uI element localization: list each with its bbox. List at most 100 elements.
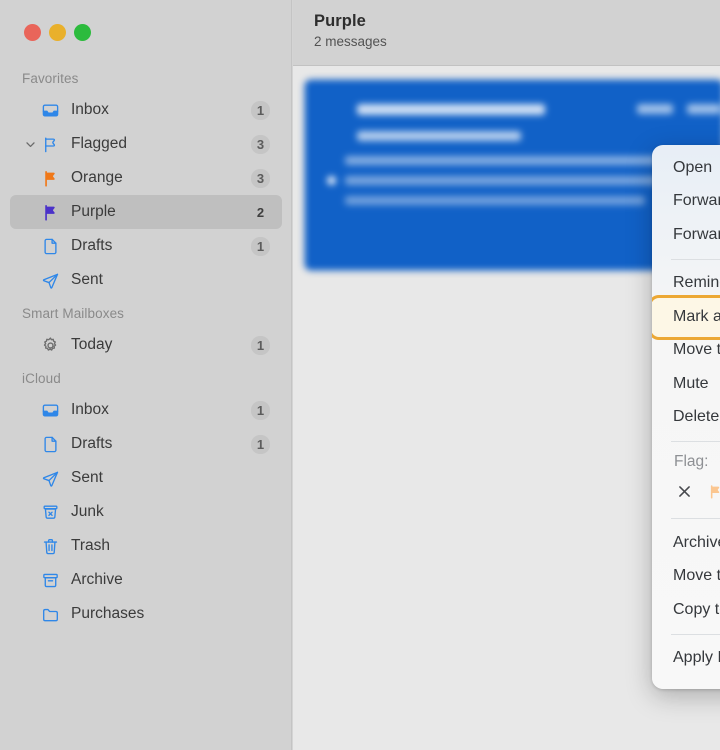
sidebar-item-archive[interactable]: Archive: [10, 563, 282, 597]
sidebar-item-label: Inbox: [71, 401, 109, 418]
sidebar-item-drafts[interactable]: Drafts 1: [10, 229, 282, 263]
message-preview-line: [345, 176, 675, 185]
unread-count-badge: 3: [251, 168, 270, 188]
sidebar-item-label: Sent: [71, 469, 103, 486]
unread-count-badge: 2: [256, 204, 265, 220]
sidebar-item-purple[interactable]: Purple 2: [10, 195, 282, 229]
menu-separator: [671, 441, 720, 442]
gear-icon: [40, 335, 60, 355]
unread-count-badge: 1: [251, 434, 270, 454]
paper-plane-icon: [40, 468, 60, 488]
window-traffic-lights: [24, 24, 91, 41]
message-meta-text: [637, 104, 673, 114]
sidebar-item-junk[interactable]: Junk: [10, 495, 282, 529]
menu-item-mute[interactable]: Mute: [652, 367, 720, 401]
sidebar-item-today[interactable]: Today 1: [10, 328, 282, 362]
sidebar-item-label: Junk: [71, 503, 104, 520]
context-menu[interactable]: Open Forward Forward as Attachment Remind M…: [652, 145, 720, 689]
mailbox-header: Purple 2 messages: [293, 0, 720, 66]
menu-item-open[interactable]: Open: [652, 151, 720, 185]
sidebar: Favorites Inbox 1 Flagged 3 Orange 3 Purple 2 Dra…: [0, 0, 292, 750]
message-sender-text: [357, 104, 545, 115]
message-subject-text: [357, 131, 521, 141]
archive-icon: [40, 570, 60, 590]
menu-item-label: Forward as Attachment: [673, 225, 720, 243]
unread-dot: [327, 176, 336, 185]
menu-item-label: Forward: [673, 192, 720, 210]
sidebar-section-title: iCloud: [22, 371, 61, 386]
sidebar-item-label: Orange: [71, 169, 123, 186]
unread-count-badge: 1: [251, 100, 270, 120]
sidebar-item-label: Purchases: [71, 605, 145, 622]
sidebar-item-purchases[interactable]: Purchases: [10, 597, 282, 631]
junk-icon: [40, 502, 60, 522]
menu-item-forward-as-attachment[interactable]: Forward as Attachment: [652, 218, 720, 252]
sidebar-item-flagged[interactable]: Flagged 3: [10, 127, 282, 161]
document-icon: [40, 236, 60, 256]
folder-icon: [40, 604, 60, 624]
flag-picker-label: Flag:: [674, 453, 709, 470]
sidebar-item-label: Today: [71, 336, 113, 353]
flag-solid-icon: [40, 202, 60, 222]
maximize-button[interactable]: [74, 24, 91, 41]
message-date-text: [687, 104, 720, 114]
message-preview-line: [345, 156, 701, 165]
sidebar-item-trash[interactable]: Trash: [10, 529, 282, 563]
sidebar-item-label: Trash: [71, 537, 111, 554]
menu-item-label: Archive: [673, 533, 720, 551]
menu-item-move-to-junk[interactable]: Move to Junk: [652, 334, 720, 368]
sidebar-item-inbox[interactable]: Inbox 1: [10, 93, 282, 127]
page-title: Purple: [314, 12, 366, 30]
menu-item-forward[interactable]: Forward: [652, 185, 720, 219]
sidebar-section-title: Smart Mailboxes: [22, 306, 125, 321]
menu-separator: [671, 633, 720, 635]
sidebar-item-drafts[interactable]: Drafts 1: [10, 427, 282, 461]
sidebar-item-label: Drafts: [71, 435, 113, 452]
menu-item-apply-rules[interactable]: Apply Rules: [652, 642, 720, 676]
menu-item-label: Remind Me: [673, 274, 720, 292]
sidebar-item-label: Purple: [71, 203, 116, 220]
chevron-down-icon[interactable]: [22, 136, 38, 152]
sidebar-item-label: Flagged: [71, 135, 128, 152]
inbox-icon: [40, 400, 60, 420]
unread-count-badge: 3: [251, 134, 270, 154]
flag-outline-icon: [40, 134, 60, 154]
mail-app-window: Favorites Inbox 1 Flagged 3 Orange 3 Purple 2 Dra…: [0, 0, 720, 750]
menu-item-label: Mark as Read: [673, 307, 720, 325]
sidebar-item-orange[interactable]: Orange 3: [10, 161, 282, 195]
menu-item-label: Move to Junk: [673, 341, 720, 359]
flag-orange-icon[interactable]: [701, 477, 720, 505]
sidebar-item-inbox[interactable]: Inbox 1: [10, 393, 282, 427]
sidebar-section-title: Favorites: [22, 71, 79, 86]
sidebar-item-label: Archive: [71, 571, 123, 588]
sidebar-item-sent[interactable]: Sent: [10, 263, 282, 297]
menu-item-archive[interactable]: Archive: [652, 526, 720, 560]
clear-flag-icon[interactable]: [670, 477, 698, 505]
close-button[interactable]: [24, 24, 41, 41]
menu-item-label: Mute: [673, 374, 709, 392]
flag-solid-icon: [40, 168, 60, 188]
minimize-button[interactable]: [49, 24, 66, 41]
mailbox-list: Favorites Inbox 1 Flagged 3 Orange 3 Purple 2 Dra…: [0, 62, 292, 631]
message-count-text: 2 messages: [314, 34, 387, 49]
menu-item-delete[interactable]: Delete: [652, 401, 720, 435]
flag-picker: Flag:: [652, 449, 720, 511]
unread-count-badge: 1: [251, 236, 270, 256]
inbox-icon: [40, 100, 60, 120]
menu-item-remind-me[interactable]: Remind Me: [652, 267, 720, 301]
menu-item-move-to[interactable]: Move to: [652, 560, 720, 594]
message-list-pane: Purple 2 messages Open Forward Forward as …: [293, 0, 720, 750]
menu-item-copy-to[interactable]: Copy to: [652, 593, 720, 627]
menu-separator: [671, 518, 720, 519]
menu-item-label: Copy to: [673, 600, 720, 618]
menu-separator: [671, 258, 720, 260]
sidebar-item-label: Inbox: [71, 101, 109, 118]
unread-count-badge: 1: [251, 335, 270, 355]
sidebar-item-sent[interactable]: Sent: [10, 461, 282, 495]
paper-plane-icon: [40, 270, 60, 290]
sidebar-item-label: Drafts: [71, 237, 113, 254]
menu-item-label: Apply Rules: [673, 649, 720, 667]
unread-count-badge: 1: [251, 400, 270, 420]
trash-icon: [40, 536, 60, 556]
menu-item-mark-as-read[interactable]: Mark as Read: [652, 300, 720, 334]
